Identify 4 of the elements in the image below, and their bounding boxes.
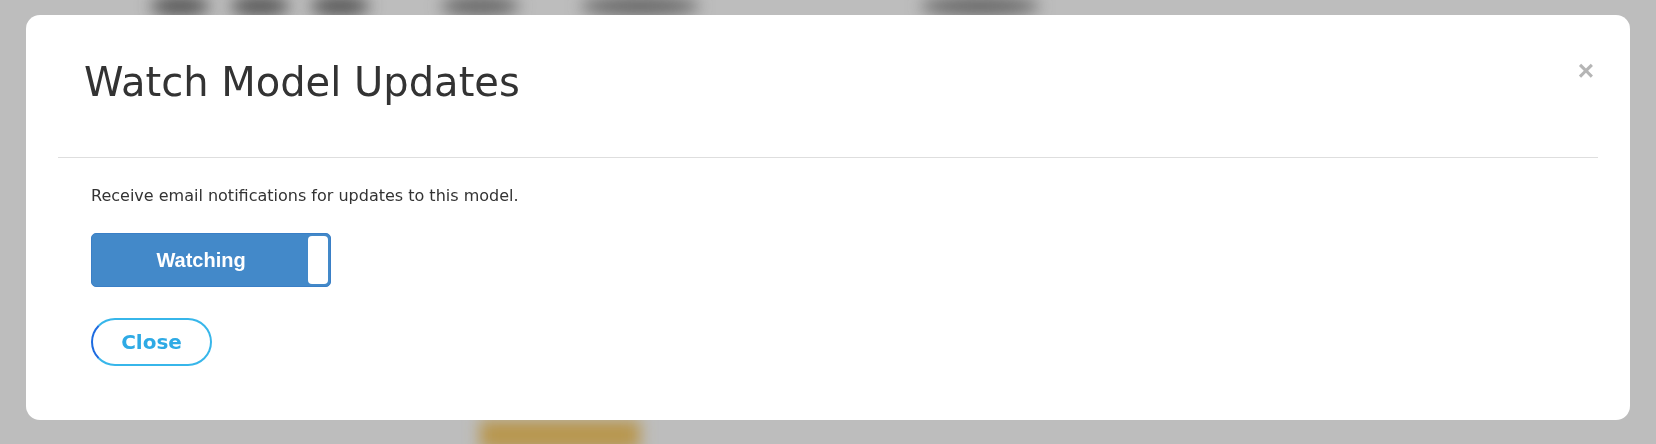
close-button[interactable]: Close <box>91 318 212 366</box>
dialog-title: Watch Model Updates <box>83 59 520 107</box>
watch-toggle[interactable]: Watching <box>91 233 331 287</box>
description-text: Receive email notifications for updates to this model. <box>91 186 519 205</box>
